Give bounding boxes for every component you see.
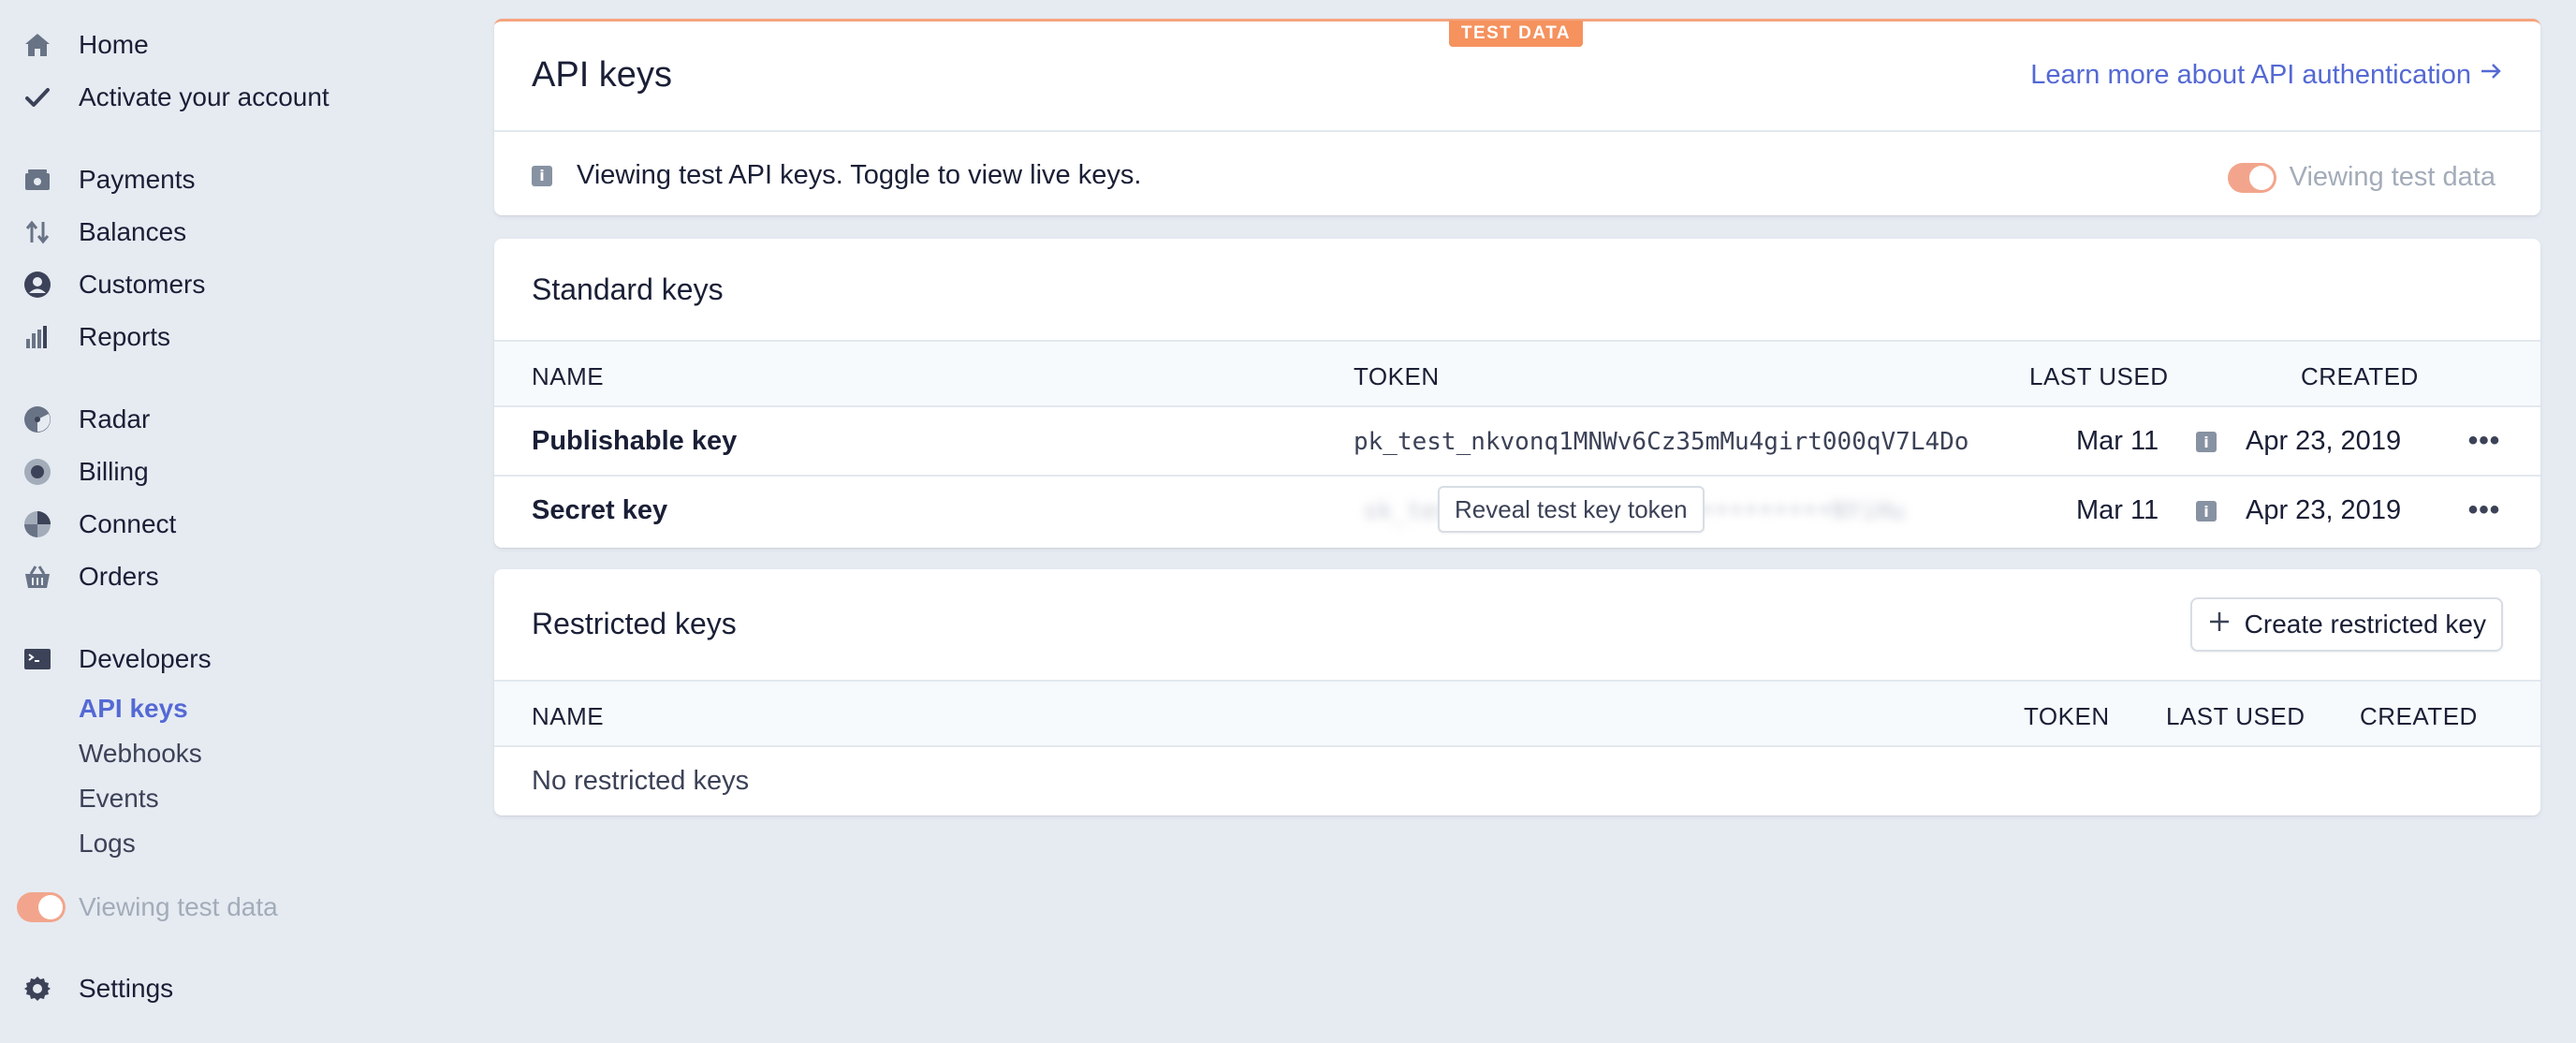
nav-sub-webhooks[interactable]: Webhooks bbox=[79, 735, 202, 772]
standard-keys-card: Standard keys NAME TOKEN LAST USED CREAT… bbox=[494, 239, 2540, 548]
customers-icon bbox=[21, 268, 54, 301]
table-row[interactable]: Publishable key pk_test_nkvonq1MNWv6Cz35… bbox=[494, 407, 2540, 477]
notice-text: Viewing test API keys. Toggle to view li… bbox=[577, 160, 1142, 190]
sidebar: Home Activate your account Payments Bala… bbox=[0, 0, 468, 1043]
info-icon: i bbox=[532, 165, 552, 186]
nav-radar[interactable]: Radar bbox=[21, 396, 150, 443]
create-button-label: Create restricted key bbox=[2244, 610, 2486, 639]
page-title: API keys bbox=[532, 55, 672, 95]
payments-icon bbox=[21, 163, 54, 197]
test-data-badge: TEST DATA bbox=[1449, 21, 1583, 47]
nav-sub-api-keys[interactable]: API keys bbox=[79, 690, 188, 727]
terminal-icon bbox=[21, 642, 54, 676]
api-keys-header-card: API keys Learn more about API authentica… bbox=[494, 19, 2540, 215]
nav-reports[interactable]: Reports bbox=[21, 314, 170, 360]
nav-label: Settings bbox=[79, 974, 174, 1003]
learn-more-link[interactable]: Learn more about API authentication bbox=[2030, 59, 2503, 91]
sidebar-test-data-toggle[interactable]: Viewing test data bbox=[17, 892, 278, 922]
more-options-icon[interactable]: ••• bbox=[2466, 422, 2503, 460]
nav-sub-logs[interactable]: Logs bbox=[79, 825, 136, 862]
empty-state-text: No restricted keys bbox=[532, 766, 750, 796]
col-last-used: LAST USED bbox=[2029, 362, 2169, 390]
check-icon bbox=[21, 81, 54, 114]
balances-icon bbox=[21, 215, 54, 249]
nav-label: Activate your account bbox=[79, 82, 329, 111]
gear-icon bbox=[21, 972, 54, 1006]
key-last-used: Mar 11 bbox=[2076, 495, 2159, 525]
col-created: CREATED bbox=[2301, 362, 2419, 390]
key-name: Secret key bbox=[532, 495, 668, 525]
connect-icon bbox=[21, 507, 54, 541]
learn-more-label: Learn more about API authentication bbox=[2030, 59, 2471, 90]
nav-label: Billing bbox=[79, 457, 149, 486]
key-last-used: Mar 11 bbox=[2076, 426, 2159, 456]
nav-customers[interactable]: Customers bbox=[21, 261, 205, 308]
key-created: Apr 23, 2019 bbox=[2246, 426, 2402, 456]
more-options-icon[interactable]: ••• bbox=[2466, 492, 2503, 529]
nav-settings[interactable]: Settings bbox=[21, 965, 173, 1012]
table-header: NAME TOKEN LAST USED CREATED bbox=[494, 340, 2540, 407]
orders-icon bbox=[21, 560, 54, 594]
divider bbox=[494, 130, 2540, 132]
plus-icon bbox=[2207, 610, 2245, 640]
col-token: TOKEN bbox=[1354, 362, 1440, 390]
reports-icon bbox=[21, 320, 54, 354]
key-created: Apr 23, 2019 bbox=[2246, 495, 2402, 525]
col-created: CREATED bbox=[2360, 702, 2478, 730]
nav-payments[interactable]: Payments bbox=[21, 156, 196, 203]
key-name: Publishable key bbox=[532, 426, 738, 456]
toggle-label: Viewing test data bbox=[79, 892, 278, 921]
section-title: Standard keys bbox=[532, 272, 724, 306]
nav-label: Developers bbox=[79, 644, 212, 673]
nav-label: Balances bbox=[79, 217, 187, 246]
nav-sub-events[interactable]: Events bbox=[79, 780, 159, 817]
nav-label: Payments bbox=[79, 165, 196, 194]
billing-icon bbox=[21, 455, 54, 489]
table-header: NAME TOKEN LAST USED CREATED bbox=[494, 680, 2540, 747]
col-name: NAME bbox=[532, 362, 605, 390]
col-last-used: LAST USED bbox=[2166, 702, 2305, 730]
arrow-right-icon bbox=[2471, 59, 2503, 91]
restricted-keys-card: Restricted keys Create restricted key NA… bbox=[494, 569, 2540, 815]
nav-developers[interactable]: Developers bbox=[21, 636, 212, 683]
create-restricted-key-button[interactable]: Create restricted key bbox=[2189, 597, 2503, 652]
nav-connect[interactable]: Connect bbox=[21, 501, 176, 548]
col-name: NAME bbox=[532, 702, 605, 730]
nav-label: Connect bbox=[79, 509, 177, 538]
reveal-key-button[interactable]: Reveal test key token bbox=[1438, 486, 1705, 533]
home-icon bbox=[21, 28, 54, 62]
nav-label: Orders bbox=[79, 562, 159, 591]
test-keys-notice: i Viewing test API keys. Toggle to view … bbox=[532, 160, 1141, 191]
nav-home[interactable]: Home bbox=[21, 22, 149, 68]
table-row[interactable]: Secret key sk_test_•••••••••••••••••••••… bbox=[494, 477, 2540, 546]
toggle-label: Viewing test data bbox=[2289, 162, 2496, 192]
nav-orders[interactable]: Orders bbox=[21, 553, 159, 600]
nav-label: Reports bbox=[79, 322, 171, 351]
info-icon[interactable]: i bbox=[2196, 501, 2217, 522]
toggle-switch[interactable] bbox=[2227, 162, 2276, 193]
section-title: Restricted keys bbox=[532, 607, 737, 640]
nav-label: Customers bbox=[79, 270, 206, 299]
col-token: TOKEN bbox=[2024, 702, 2110, 730]
nav-activate-account[interactable]: Activate your account bbox=[21, 74, 329, 121]
view-test-data-toggle[interactable]: Viewing test data bbox=[2227, 162, 2496, 193]
nav-balances[interactable]: Balances bbox=[21, 209, 186, 256]
toggle-switch[interactable] bbox=[17, 892, 66, 922]
nav-billing[interactable]: Billing bbox=[21, 448, 149, 495]
info-icon[interactable]: i bbox=[2196, 432, 2217, 452]
nav-label: Home bbox=[79, 30, 149, 59]
key-token[interactable]: pk_test_nkvonq1MNWv6Cz35mMu4girt000qV7L4… bbox=[1354, 428, 1969, 456]
nav-label: Radar bbox=[79, 404, 151, 433]
radar-icon bbox=[21, 403, 54, 436]
